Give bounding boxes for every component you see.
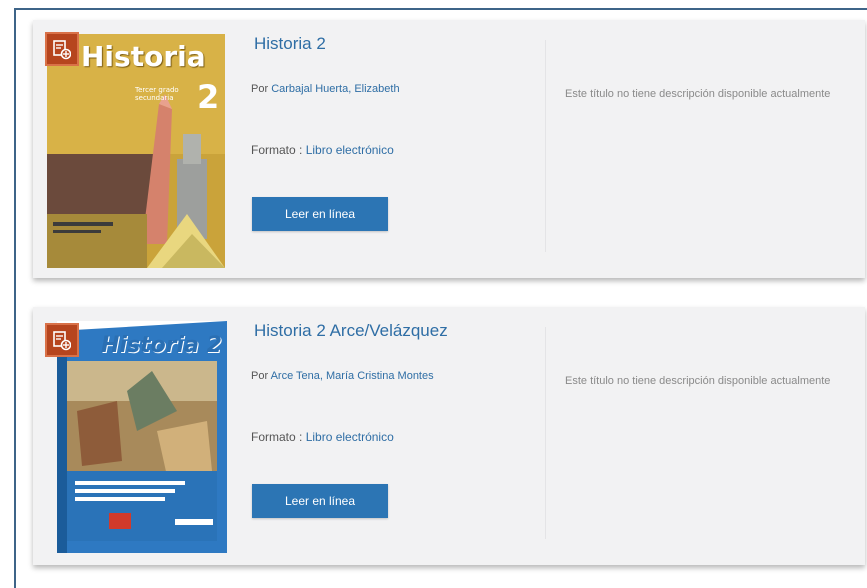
ebook-icon (53, 40, 71, 60)
book-cover[interactable]: Historia 2 Tercer grado secundaria (47, 34, 225, 268)
read-online-button[interactable]: Leer en línea (252, 484, 388, 518)
book-description: Este título no tiene descripción disponi… (565, 88, 831, 100)
book-description: Este título no tiene descripción disponi… (565, 375, 831, 387)
book-format: Formato : Libro electrónico (251, 143, 394, 157)
author-prefix: Por (251, 370, 269, 382)
book-format: Formato : Libro electrónico (251, 430, 394, 444)
book-cover[interactable]: Historia 2 (57, 321, 227, 553)
book-author: Por Arce Tena, María Cristina Montes (251, 370, 434, 382)
ebook-badge (45, 32, 79, 66)
ebook-icon (53, 331, 71, 351)
cover-subtitle: Tercer grado secundaria (135, 86, 179, 102)
divider (545, 40, 546, 252)
book-title-link[interactable]: Historia 2 (254, 34, 326, 54)
result-card: Historia 2 Tercer grado secundaria Histo… (33, 20, 865, 278)
divider (545, 327, 546, 539)
author-link[interactable]: Carbajal Huerta, Elizabeth (271, 83, 399, 95)
format-label: Formato : (251, 430, 303, 444)
ebook-badge (45, 323, 79, 357)
format-value: Libro electrónico (305, 430, 394, 444)
book-title-link[interactable]: Historia 2 Arce/Velázquez (254, 321, 448, 341)
cover-title: Historia 2 (101, 333, 222, 358)
cover-number: 2 (197, 78, 220, 116)
result-card: Historia 2 Historia 2 Arce/Velázquez Por… (33, 307, 865, 565)
author-prefix: Por (251, 83, 269, 95)
format-label: Formato : (251, 143, 303, 157)
book-author: Por Carbajal Huerta, Elizabeth (251, 83, 400, 95)
format-value: Libro electrónico (305, 143, 394, 157)
read-online-button[interactable]: Leer en línea (252, 197, 388, 231)
author-link[interactable]: Arce Tena, María Cristina Montes (271, 370, 434, 382)
cover-title: Historia (81, 40, 206, 73)
